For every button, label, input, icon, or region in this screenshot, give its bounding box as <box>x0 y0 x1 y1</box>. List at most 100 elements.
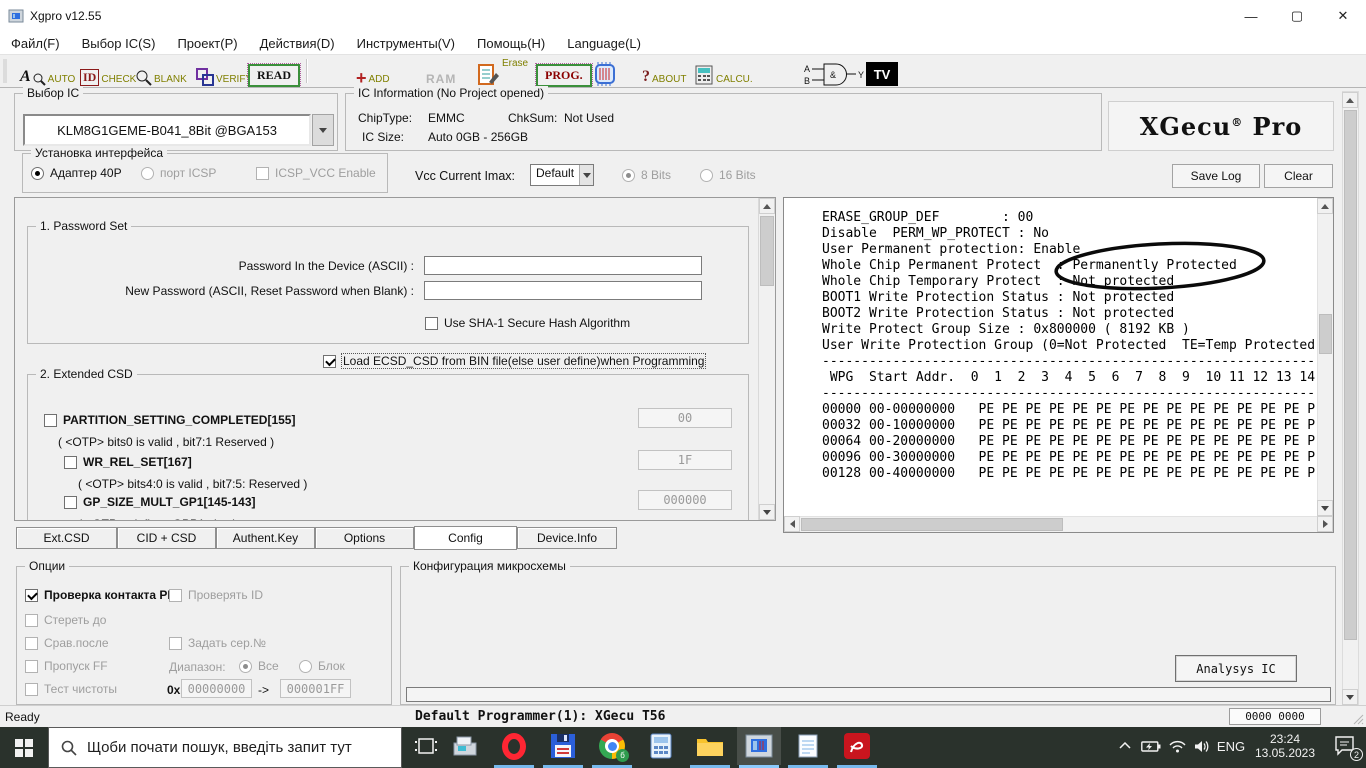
erase-button[interactable]: Erase <box>478 58 528 86</box>
scrollbar-thumb[interactable] <box>1319 314 1332 354</box>
close-button[interactable]: ✕ <box>1320 0 1366 32</box>
menu-file[interactable]: Файл(F) <box>0 36 71 51</box>
tab-cid-csd[interactable]: CID + CSD <box>117 527 216 549</box>
scroll-up-icon[interactable] <box>1342 92 1358 108</box>
scroll-left-icon[interactable] <box>784 516 800 532</box>
tray-wifi[interactable] <box>1164 727 1190 765</box>
load-ecsd-checkbox[interactable]: Load ECSD_CSD from BIN file(else user de… <box>323 354 705 368</box>
minimize-button[interactable]: — <box>1228 0 1274 32</box>
scroll-right-icon[interactable] <box>1317 516 1333 532</box>
scrollbar-thumb[interactable] <box>1344 110 1357 640</box>
prog-button[interactable]: PROG. <box>536 59 592 87</box>
analyze-ic-button[interactable]: Analysys IC <box>1175 655 1297 682</box>
icsp-port-radio[interactable]: порт ICSP <box>141 166 216 180</box>
tab-options[interactable]: Options <box>315 527 414 549</box>
tv-button[interactable]: TV <box>866 58 898 86</box>
range-all-radio[interactable]: Все <box>239 659 279 673</box>
tray-battery[interactable] <box>1138 727 1164 765</box>
menu-select-ic[interactable]: Выбор IC(S) <box>71 36 167 51</box>
taskbar-app-floppy[interactable] <box>541 727 585 765</box>
taskbar-search[interactable]: Щоби почати пошук, введіть запит тут <box>48 727 402 768</box>
bits16-radio[interactable]: 16 Bits <box>700 168 756 182</box>
tray-chevron[interactable] <box>1112 727 1138 765</box>
scroll-up-icon[interactable] <box>759 198 775 214</box>
status-counter: 0000 0000 <box>1229 708 1321 725</box>
compare-after-checkbox[interactable]: Срав.после <box>25 636 109 650</box>
ecsd-value-field[interactable] <box>638 408 732 428</box>
tray-clock[interactable]: 23:24 13.05.2023 <box>1248 727 1322 765</box>
log-hscrollbar[interactable] <box>784 516 1333 532</box>
ic-dropdown-button[interactable] <box>312 114 334 146</box>
ecsd-value-field[interactable] <box>638 490 732 510</box>
check-button[interactable]: ID CHECK <box>80 58 136 86</box>
new-password-input[interactable] <box>424 281 702 300</box>
read-button[interactable]: READ <box>248 59 300 87</box>
save-log-button[interactable]: Save Log <box>1172 164 1260 188</box>
taskbar-app-notepad[interactable] <box>786 727 830 765</box>
scroll-down-icon[interactable] <box>759 504 775 520</box>
icsp-vcc-checkbox[interactable]: ICSP_VCC Enable <box>256 166 376 180</box>
menu-tools[interactable]: Инструменты(V) <box>346 36 466 51</box>
password-in-device-input[interactable] <box>424 256 702 275</box>
start-button[interactable] <box>0 727 48 768</box>
action-center-button[interactable]: 2 <box>1326 727 1366 765</box>
pin-check-checkbox[interactable]: Проверка контакта PIN <box>25 588 179 602</box>
add-button[interactable]: + ADD <box>356 58 390 86</box>
logic-gate-button[interactable]: A B & Y <box>804 59 866 87</box>
blank-button[interactable]: BLANK <box>136 58 187 86</box>
taskbar-app-calculator[interactable] <box>639 727 683 765</box>
calcu-button[interactable]: CALCU. <box>694 58 753 86</box>
ecsd-item-checkbox[interactable]: PARTITION_SETTING_COMPLETED[155] <box>44 413 295 427</box>
set-serial-checkbox[interactable]: Задать сер.№ <box>169 636 266 650</box>
sha1-checkbox[interactable]: Use SHA-1 Secure Hash Algorithm <box>425 316 630 330</box>
task-view-button[interactable] <box>404 727 448 765</box>
scroll-down-icon[interactable] <box>1342 689 1358 705</box>
tab-ext-csd[interactable]: Ext.CSD <box>16 527 117 549</box>
tray-volume[interactable] <box>1189 727 1215 765</box>
auto-button[interactable]: A AUTO <box>20 58 75 86</box>
ecsd-item-checkbox[interactable]: GP_SIZE_MULT_GP1[145-143] <box>64 495 256 509</box>
scrollbar-thumb[interactable] <box>760 216 774 286</box>
config-panel-scrollbar[interactable] <box>758 198 775 520</box>
menu-language[interactable]: Language(L) <box>556 36 652 51</box>
range-from-input[interactable] <box>181 679 252 698</box>
check-id-checkbox[interactable]: Проверять ID <box>169 588 263 602</box>
tray-language[interactable]: ENG <box>1214 727 1248 765</box>
blank-test-checkbox[interactable]: Тест чистоты <box>25 682 117 696</box>
taskbar-app-scanner[interactable] <box>443 727 487 765</box>
menu-help[interactable]: Помощь(H) <box>466 36 556 51</box>
erase-before-checkbox[interactable]: Стереть до <box>25 613 106 627</box>
scrollbar-thumb[interactable] <box>801 518 1063 531</box>
scroll-down-icon[interactable] <box>1317 500 1333 516</box>
vcc-combo[interactable]: Default <box>530 164 594 186</box>
bits8-radio[interactable]: 8 Bits <box>622 168 671 182</box>
taskbar-app-chrome[interactable]: б <box>590 727 634 765</box>
taskbar-app-xgpro[interactable] <box>737 727 781 765</box>
notification-badge: 2 <box>1350 748 1363 761</box>
range-to-input[interactable] <box>280 679 351 698</box>
adapter-40p-radio[interactable]: Адаптер 40P <box>31 166 122 180</box>
ecsd-value-field[interactable] <box>638 450 732 470</box>
taskbar-app-opera[interactable] <box>492 727 536 765</box>
menu-project[interactable]: Проект(P) <box>166 36 248 51</box>
taskbar-app-explorer[interactable] <box>688 727 732 765</box>
windows-logo-icon <box>15 739 33 757</box>
about-button[interactable]: ? ABOUT <box>642 58 686 86</box>
log-vscrollbar[interactable] <box>1317 198 1333 516</box>
main-scrollbar[interactable] <box>1342 91 1359 706</box>
skip-ff-checkbox[interactable]: Пропуск FF <box>25 659 108 673</box>
tab-authent-key[interactable]: Authent.Key <box>216 527 315 549</box>
range-block-radio[interactable]: Блок <box>299 659 345 673</box>
clear-button[interactable]: Clear <box>1264 164 1333 188</box>
scroll-up-icon[interactable] <box>1317 198 1333 214</box>
tab-config[interactable]: Config <box>414 526 517 550</box>
chip-test-button[interactable] <box>592 59 618 87</box>
ecsd-item-checkbox[interactable]: WR_REL_SET[167] <box>64 455 192 469</box>
menu-actions[interactable]: Действия(D) <box>249 36 346 51</box>
maximize-button[interactable]: ▢ <box>1274 0 1320 32</box>
tab-device-info[interactable]: Device.Info <box>517 527 617 549</box>
taskbar-app-acrobat[interactable] <box>835 727 879 765</box>
verify-button[interactable]: VERIFY <box>196 58 252 86</box>
ic-name-box[interactable]: KLM8G1GEME-B041_8Bit @BGA153 <box>23 114 311 146</box>
resize-grip-icon[interactable] <box>1352 713 1364 725</box>
